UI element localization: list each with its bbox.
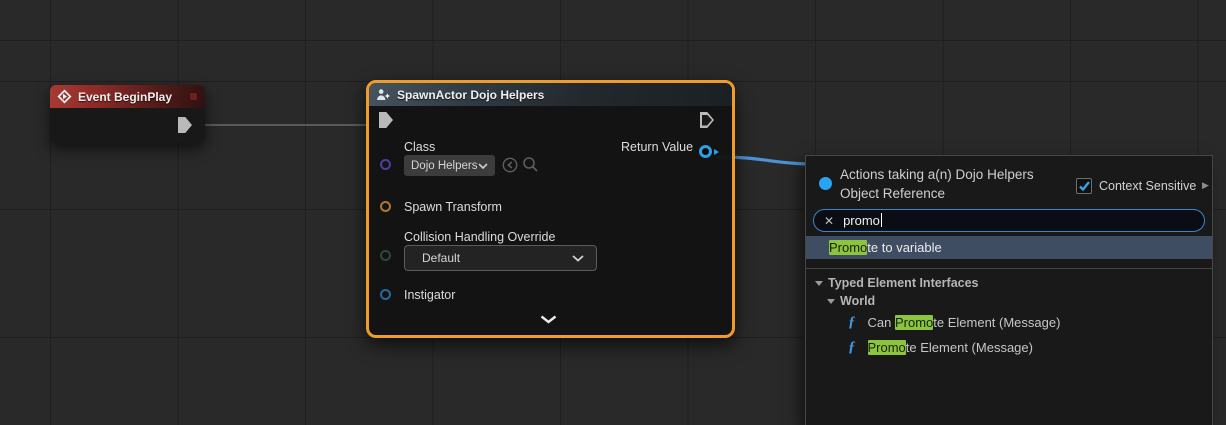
action-menu-title: Actions taking a(n) Dojo Helpers Object …: [840, 165, 1085, 203]
blueprint-graph-canvas[interactable]: Event BeginPlay SpawnActor Dojo Helpers …: [0, 0, 1226, 425]
tree-group-typed-element-interfaces[interactable]: Typed Element Interfaces: [815, 276, 979, 290]
collision-override-label: Collision Handling Override: [404, 230, 555, 244]
action-menu-title-line2: Object Reference: [840, 184, 1085, 203]
context-sensitive-label: Context Sensitive: [1099, 179, 1196, 193]
exec-out-pin[interactable]: [700, 112, 714, 128]
event-beginplay-node[interactable]: Event BeginPlay: [50, 85, 205, 143]
class-pin[interactable]: [380, 159, 391, 170]
menu-divider: [806, 268, 1212, 269]
context-sensitive-checkbox[interactable]: [1076, 178, 1092, 194]
chevron-down-icon: [478, 163, 488, 169]
collision-override-value: Default: [422, 251, 460, 265]
event-node-badge: [189, 92, 198, 101]
blueprint-action-menu: Actions taking a(n) Dojo Helpers Object …: [805, 155, 1213, 425]
expander-triangle-icon[interactable]: [827, 299, 835, 304]
collision-override-dropdown[interactable]: Default: [404, 245, 597, 271]
use-selected-asset-icon[interactable]: [502, 157, 518, 173]
search-input-value: promo: [843, 213, 882, 228]
clear-search-icon[interactable]: ✕: [824, 215, 834, 227]
node-expand-chevron-icon[interactable]: [540, 315, 557, 324]
result-rest-text: te to variable: [867, 240, 941, 255]
class-select-dropdown[interactable]: Dojo Helpers: [404, 155, 495, 176]
exec-out-pin[interactable]: [178, 117, 192, 133]
promote-to-variable-item[interactable]: Promote to variable: [806, 236, 1212, 259]
instigator-label: Instigator: [404, 288, 455, 302]
spawn-actor-icon: [376, 88, 391, 102]
return-value-pin[interactable]: [699, 145, 712, 158]
spawn-transform-pin[interactable]: [380, 201, 391, 212]
return-value-label: Return Value: [621, 140, 693, 154]
submenu-arrow-icon[interactable]: ▶: [1202, 180, 1209, 191]
match-highlight: Promo: [895, 315, 933, 330]
class-pin-label: Class: [404, 140, 435, 154]
return-value-pin-arrow: [714, 149, 719, 155]
collision-override-pin[interactable]: [380, 250, 391, 261]
pin-type-dot-icon: [819, 177, 832, 190]
action-item-promote-element[interactable]: ƒ Promote Element (Message): [848, 339, 1033, 356]
checkmark-icon: [1078, 180, 1091, 192]
instigator-pin[interactable]: [380, 289, 391, 300]
action-menu-title-line1: Actions taking a(n) Dojo Helpers: [840, 165, 1085, 184]
text-caret: [881, 213, 882, 227]
exec-in-pin[interactable]: [379, 112, 393, 128]
action-item-can-promote-element[interactable]: ƒ Can Promote Element (Message): [848, 314, 1060, 331]
expander-triangle-icon[interactable]: [815, 281, 823, 286]
event-node-header[interactable]: Event BeginPlay: [50, 85, 205, 108]
event-diamond-icon: [57, 89, 72, 104]
function-icon: ƒ: [848, 314, 856, 331]
spawnactor-node[interactable]: SpawnActor Dojo Helpers Class Dojo Helpe…: [366, 80, 735, 338]
spawn-transform-label: Spawn Transform: [404, 200, 502, 214]
match-highlight: Promo: [868, 340, 906, 355]
class-select-value: Dojo Helpers: [411, 160, 477, 172]
tree-group-world[interactable]: World: [827, 294, 875, 308]
tree-subgroup-label: World: [840, 294, 875, 308]
match-highlight: Promo: [829, 240, 867, 255]
chevron-down-icon: [572, 255, 584, 262]
spawnactor-node-header[interactable]: SpawnActor Dojo Helpers: [369, 83, 732, 106]
spawnactor-node-title: SpawnActor Dojo Helpers: [397, 88, 544, 102]
event-node-title: Event BeginPlay: [78, 90, 172, 104]
function-icon: ƒ: [848, 339, 856, 356]
tree-group-label: Typed Element Interfaces: [828, 276, 979, 290]
browse-magnifier-icon[interactable]: [522, 156, 539, 173]
action-search-input[interactable]: ✕ promo: [813, 209, 1205, 232]
